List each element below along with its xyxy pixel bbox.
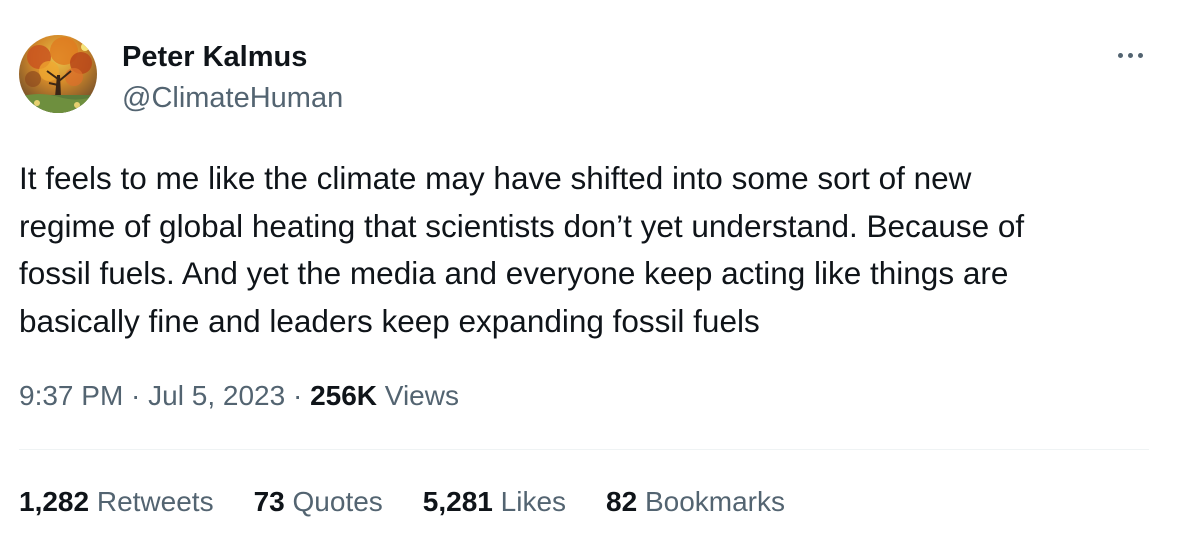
views-label: Views	[384, 380, 459, 411]
more-options-button[interactable]	[1108, 40, 1152, 70]
tweet-time[interactable]: 9:37 PM	[19, 380, 123, 411]
likes-label: Likes	[500, 486, 567, 517]
more-horizontal-icon-dot	[1137, 52, 1143, 58]
avatar-image	[19, 35, 97, 113]
bookmarks-label: Bookmarks	[644, 486, 786, 517]
retweets-label: Retweets	[96, 486, 214, 517]
tweet-metadata: 9:37 PM · Jul 5, 2023 · 256K Views	[19, 376, 459, 416]
quotes-stat[interactable]: 73 Quotes	[254, 482, 383, 522]
engagement-stats: 1,282 Retweets 73 Quotes 5,281 Likes 82 …	[19, 482, 825, 522]
quotes-count: 73	[253, 486, 285, 517]
author-display-name[interactable]: Peter Kalmus	[122, 39, 307, 75]
quotes-label: Quotes	[292, 486, 383, 517]
bookmarks-count: 82	[606, 486, 638, 517]
meta-separator: ·	[123, 380, 149, 411]
tweet-text: It feels to me like the climate may have…	[19, 160, 1025, 339]
tweet-date[interactable]: Jul 5, 2023	[148, 380, 285, 411]
retweets-stat[interactable]: 1,282 Retweets	[19, 482, 214, 522]
avatar[interactable]	[19, 35, 97, 113]
likes-stat[interactable]: 5,281 Likes	[423, 482, 566, 522]
author-handle[interactable]: @ClimateHuman	[122, 80, 343, 116]
more-horizontal-icon-dot	[1127, 52, 1133, 58]
divider	[19, 449, 1149, 450]
views-count: 256K	[310, 380, 377, 411]
more-horizontal-icon	[1117, 52, 1123, 58]
tweet-card: Peter Kalmus @ClimateHuman It feels to m…	[0, 0, 1179, 554]
bookmarks-stat[interactable]: 82 Bookmarks	[606, 482, 785, 522]
retweets-count: 1,282	[19, 486, 90, 517]
likes-count: 5,281	[422, 486, 493, 517]
meta-separator: ·	[285, 380, 311, 411]
